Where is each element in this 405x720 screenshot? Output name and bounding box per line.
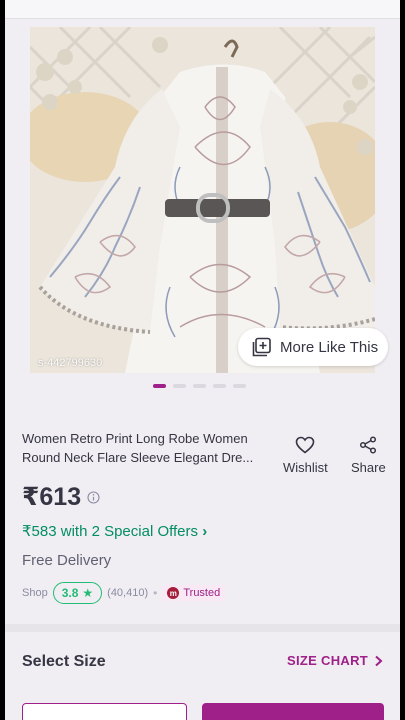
carousel-indicator bbox=[153, 384, 246, 388]
heart-icon bbox=[296, 436, 315, 454]
carousel-dot-5[interactable] bbox=[233, 384, 246, 388]
size-chart-link[interactable]: SIZE CHART bbox=[287, 653, 383, 668]
top-bar bbox=[5, 0, 400, 19]
trusted-logo-icon: m bbox=[167, 587, 180, 599]
rating-value: 3.8 bbox=[61, 586, 79, 600]
buy-now-button[interactable] bbox=[202, 703, 384, 720]
separator-dot: • bbox=[153, 586, 158, 600]
more-like-this-button[interactable]: More Like This bbox=[238, 328, 388, 366]
info-icon[interactable] bbox=[87, 490, 100, 504]
gallery-plus-icon bbox=[252, 337, 271, 357]
shop-label: Shop bbox=[22, 587, 48, 599]
size-section: Select Size SIZE CHART bbox=[5, 632, 400, 720]
product-details: Women Retro Print Long Robe Women Round … bbox=[5, 398, 400, 624]
section-divider bbox=[5, 624, 400, 632]
product-price: ₹613 bbox=[22, 482, 100, 512]
share-icon bbox=[360, 436, 377, 454]
select-size-title: Select Size bbox=[22, 653, 106, 670]
delivery-info: Free Delivery bbox=[22, 552, 112, 569]
product-image[interactable]: s-442799630 bbox=[30, 27, 375, 373]
share-label: Share bbox=[351, 460, 386, 475]
price-value: ₹613 bbox=[22, 483, 82, 511]
share-button[interactable]: Share bbox=[351, 436, 386, 475]
chevron-right-icon: › bbox=[202, 523, 208, 540]
wishlist-label: Wishlist bbox=[283, 460, 328, 475]
product-title-line-2: Round Neck Flare Sleeve Elegant Dre... bbox=[22, 450, 254, 465]
product-title-line-1: Women Retro Print Long Robe Women bbox=[22, 431, 248, 446]
product-photo-illustration bbox=[30, 27, 375, 373]
wishlist-button[interactable]: Wishlist bbox=[283, 436, 328, 475]
carousel-dot-2[interactable] bbox=[173, 384, 186, 388]
special-offers-link[interactable]: ₹583 with 2 Special Offers › bbox=[22, 522, 207, 540]
trusted-label: Trusted bbox=[183, 587, 221, 599]
size-chart-label: SIZE CHART bbox=[287, 653, 368, 668]
trusted-badge: m Trusted bbox=[162, 585, 226, 601]
offers-text: ₹583 with 2 Special Offers bbox=[22, 523, 199, 540]
star-icon: ★ bbox=[82, 586, 94, 600]
carousel-dot-4[interactable] bbox=[213, 384, 226, 388]
rating-count: (40,410) bbox=[107, 587, 149, 599]
product-title[interactable]: Women Retro Print Long Robe Women Round … bbox=[22, 429, 272, 467]
shop-rating-row: Shop 3.8 ★ (40,410) • m Trusted bbox=[22, 582, 226, 604]
more-like-this-label: More Like This bbox=[280, 338, 379, 356]
image-code: s-442799630 bbox=[38, 357, 103, 369]
rating-badge[interactable]: 3.8 ★ bbox=[52, 582, 103, 604]
app-screen: s-442799630 More Like This Women Retro P… bbox=[5, 0, 400, 720]
add-to-cart-button[interactable] bbox=[22, 703, 187, 720]
carousel-dot-1[interactable] bbox=[153, 384, 166, 388]
chevron-right-icon bbox=[375, 655, 383, 666]
carousel-dot-3[interactable] bbox=[193, 384, 206, 388]
